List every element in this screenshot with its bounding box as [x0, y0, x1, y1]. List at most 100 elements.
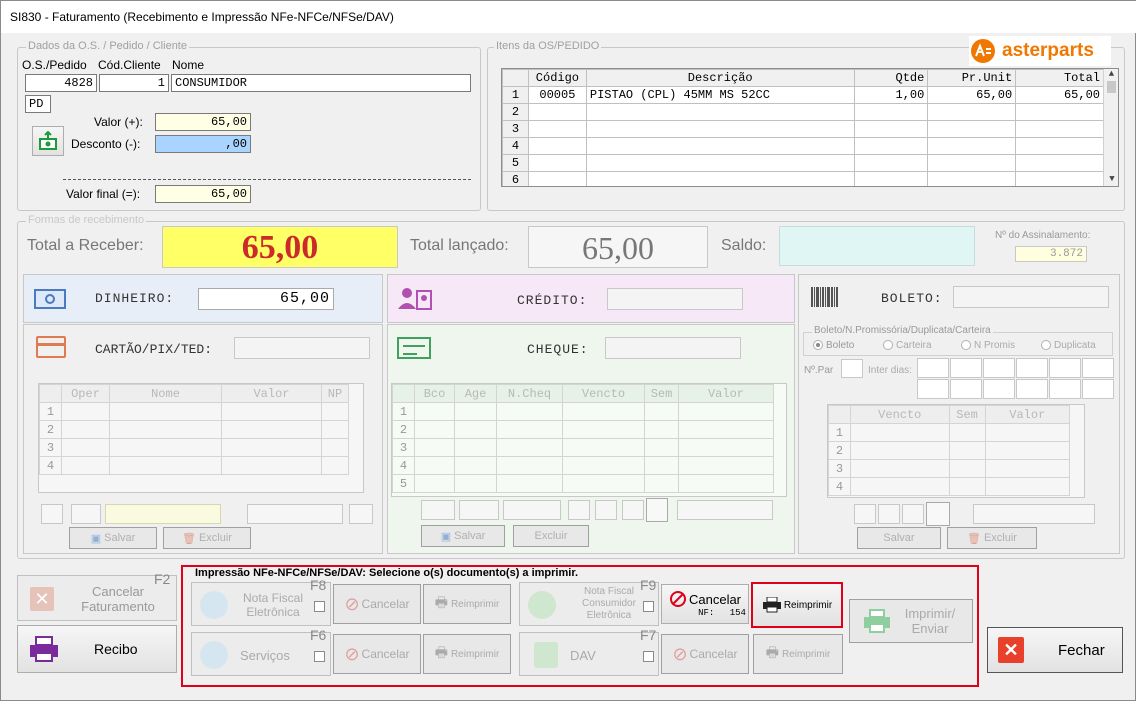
col-valor[interactable]: Valor: [221, 384, 322, 403]
grid-row[interactable]: 1: [39, 402, 349, 421]
grid-cell[interactable]: [948, 441, 986, 460]
servicos-toggle[interactable]: Serviços F6: [191, 627, 331, 676]
cheque-mini-field[interactable]: [459, 500, 499, 520]
grid-cell[interactable]: [496, 474, 563, 493]
items-cell-descricao[interactable]: [585, 120, 855, 138]
grid-cell[interactable]: [984, 459, 1071, 478]
grid-cell[interactable]: [109, 402, 222, 421]
nfce-reimprimir-button[interactable]: Reimprimir: [751, 582, 843, 628]
grid-cell[interactable]: [61, 456, 110, 475]
cheque-add-button[interactable]: [646, 498, 668, 522]
col-qtde[interactable]: Qtde: [853, 69, 929, 87]
grid-cell[interactable]: [984, 441, 1071, 460]
grid-row[interactable]: 5: [392, 474, 774, 493]
items-cell-unit[interactable]: [927, 103, 1017, 121]
grid-cell[interactable]: [61, 420, 110, 439]
grid-cell[interactable]: [948, 423, 986, 442]
col-sem[interactable]: Sem: [644, 384, 679, 403]
boleto-salvar-button[interactable]: Salvar: [857, 527, 941, 549]
grid-cell[interactable]: [454, 474, 497, 493]
dav-checkbox[interactable]: [643, 651, 654, 662]
grid-cell[interactable]: [454, 402, 497, 421]
grid-cell[interactable]: [454, 420, 497, 439]
grid-cell[interactable]: [678, 456, 774, 475]
interval-day-field[interactable]: [983, 358, 1015, 378]
nfce-cancelar-button[interactable]: Cancelar NF: 154: [661, 584, 749, 624]
grid-row[interactable]: 1: [392, 402, 774, 421]
boleto-grid[interactable]: Vencto Sem Valor 1234: [827, 404, 1085, 498]
cartao-total-field[interactable]: [105, 504, 221, 524]
grid-cell[interactable]: [414, 402, 455, 421]
interval-days-grid[interactable]: [917, 358, 1115, 400]
cancelar-faturamento-button[interactable]: ✕ Cancelar Faturamento F2: [17, 571, 177, 621]
grid-cell[interactable]: [948, 459, 986, 478]
grid-cell[interactable]: [496, 402, 563, 421]
grid-cell[interactable]: [644, 420, 679, 439]
client-name-field[interactable]: CONSUMIDOR: [171, 74, 471, 92]
cheque-mini-field[interactable]: [421, 500, 455, 520]
dav-toggle[interactable]: DAV F7: [519, 627, 659, 676]
col-ncheq[interactable]: N.Cheq: [496, 384, 563, 403]
items-cell-total[interactable]: [1015, 120, 1104, 138]
interval-day-field[interactable]: [1016, 358, 1048, 378]
col-oper[interactable]: Oper: [61, 384, 110, 403]
radio-duplicata[interactable]: Duplicata: [1041, 340, 1096, 351]
nfe-toggle[interactable]: Nota Fiscal Eletrônica F8: [191, 577, 331, 626]
grid-cell[interactable]: [850, 423, 950, 442]
items-row[interactable]: 4: [502, 137, 1104, 155]
col-vencto[interactable]: Vencto: [850, 405, 950, 424]
boleto-add-button[interactable]: [926, 502, 950, 526]
grid-cell[interactable]: [678, 474, 774, 493]
col-total[interactable]: Total: [1015, 69, 1104, 87]
col-vencto[interactable]: Vencto: [562, 384, 645, 403]
items-row[interactable]: 3: [502, 120, 1104, 138]
items-cell-unit[interactable]: [927, 137, 1017, 155]
grid-cell[interactable]: [414, 474, 455, 493]
grid-row[interactable]: 3: [392, 438, 774, 457]
grid-cell[interactable]: [109, 438, 222, 457]
items-cell-n[interactable]: 5: [502, 154, 529, 172]
grid-row[interactable]: 4: [392, 456, 774, 475]
nfe-cancelar-button[interactable]: ⊘ Cancelar: [333, 584, 421, 624]
grid-row[interactable]: 4: [39, 456, 349, 475]
grid-cell[interactable]: [221, 456, 322, 475]
cheque-salvar-button[interactable]: ▣ Salvar: [421, 525, 505, 547]
interval-day-field[interactable]: [1049, 379, 1081, 399]
items-cell-total[interactable]: 65,00: [1015, 86, 1104, 104]
grid-cell[interactable]: [644, 474, 679, 493]
items-cell-total[interactable]: [1015, 171, 1104, 186]
npar-field[interactable]: [841, 359, 863, 378]
items-cell-codigo[interactable]: 00005: [527, 86, 587, 104]
col-codigo[interactable]: Código: [527, 69, 587, 87]
grid-cell[interactable]: [61, 438, 110, 457]
items-cell-qtde[interactable]: [853, 154, 929, 172]
grid-row[interactable]: 2: [39, 420, 349, 439]
grid-cell[interactable]: [414, 456, 455, 475]
cheque-grid[interactable]: Bco Age N.Cheq Vencto Sem Valor 12345: [391, 383, 787, 497]
grid-cell[interactable]: [562, 438, 645, 457]
grid-cell[interactable]: [321, 402, 349, 421]
credito-field[interactable]: [607, 288, 743, 310]
grid-cell[interactable]: [562, 420, 645, 439]
dav-cancelar-button[interactable]: ⊘ Cancelar: [661, 634, 749, 674]
interval-day-field[interactable]: [917, 358, 949, 378]
servicos-cancelar-button[interactable]: ⊘ Cancelar: [333, 634, 421, 674]
nfce-checkbox[interactable]: [643, 601, 654, 612]
grid-cell[interactable]: [61, 402, 110, 421]
dav-reimprimir-button[interactable]: 🖶 Reimprimir: [753, 634, 843, 674]
interval-day-field[interactable]: [983, 379, 1015, 399]
grid-cell[interactable]: [221, 420, 322, 439]
servicos-checkbox[interactable]: [314, 651, 325, 662]
items-row[interactable]: 6: [502, 171, 1104, 186]
grid-cell[interactable]: [109, 420, 222, 439]
radio-boleto[interactable]: Boleto: [813, 340, 854, 351]
dinheiro-field[interactable]: 65,00: [198, 288, 334, 310]
grid-cell[interactable]: [221, 438, 322, 457]
grid-cell[interactable]: [221, 402, 322, 421]
items-cell-qtde[interactable]: [853, 171, 929, 186]
cheque-mini-field[interactable]: [568, 500, 590, 520]
boleto-total-field[interactable]: [973, 504, 1095, 524]
grid-cell[interactable]: [850, 477, 950, 496]
items-cell-qtde[interactable]: [853, 137, 929, 155]
col-np[interactable]: NP: [321, 384, 349, 403]
